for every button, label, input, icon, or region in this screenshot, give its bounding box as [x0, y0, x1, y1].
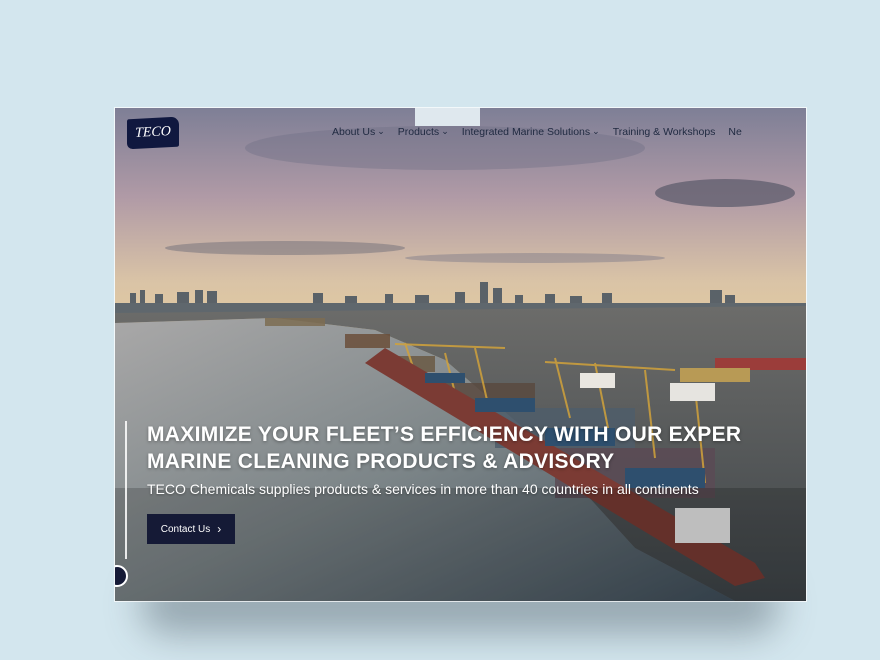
contact-us-button[interactable]: Contact Us ›: [147, 514, 235, 544]
hero-headline-line-1: MAXIMIZE YOUR FLEET’S EFFICIENCY WITH OU…: [147, 423, 742, 446]
hero-accent-line: [125, 421, 127, 559]
nav-item-about-us[interactable]: About Us ⌄: [332, 125, 385, 139]
contact-us-label: Contact Us: [160, 523, 211, 535]
nav-item-integrated-marine-solutions[interactable]: Integrated Marine Solutions ⌄: [461, 125, 600, 139]
chevron-down-icon: ⌄: [441, 125, 449, 136]
main-nav: About Us ⌄ Products ⌄ Integrated Marine …: [332, 125, 755, 139]
nav-item-label: Ne: [728, 126, 742, 138]
chevron-down-icon: ⌄: [592, 125, 600, 136]
chevron-right-icon: ›: [217, 522, 222, 536]
nav-item-label: Integrated Marine Solutions: [461, 126, 591, 138]
website-screenshot: TECO About Us ⌄ Products ⌄ Integrated Ma…: [115, 108, 806, 601]
nav-item-label: Products: [397, 126, 440, 138]
nav-item-label: About Us: [332, 126, 376, 138]
browser-tab-notch: [415, 108, 480, 126]
chevron-down-icon: ⌄: [377, 125, 385, 136]
nav-item-products[interactable]: Products ⌄: [397, 125, 449, 139]
hero-subheadline: TECO Chemicals supplies products & servi…: [147, 481, 699, 497]
teco-logo[interactable]: TECO: [127, 116, 179, 150]
hero-headline: MAXIMIZE YOUR FLEET’S EFFICIENCY WITH OU…: [147, 421, 806, 475]
nav-item-training-workshops[interactable]: Training & Workshops: [613, 126, 716, 138]
nav-item-news[interactable]: Ne: [728, 126, 741, 138]
nav-item-label: Training & Workshops: [612, 126, 716, 138]
hero-headline-line-2: MARINE CLEANING PRODUCTS & ADVISORY: [147, 450, 615, 473]
logo-text: TECO: [135, 124, 171, 141]
